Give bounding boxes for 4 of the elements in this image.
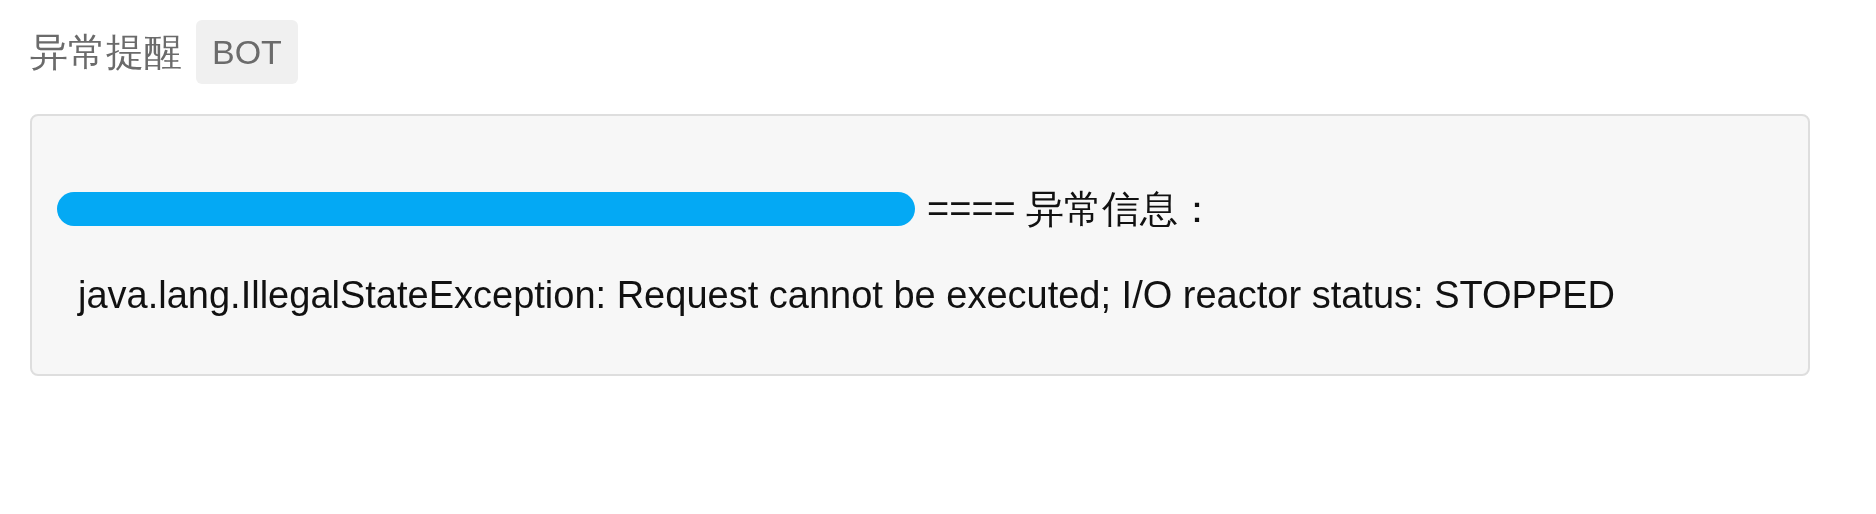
message-heading: ==== 异常信息：	[927, 187, 1217, 232]
bot-tag: BOT	[196, 20, 298, 84]
exception-message: java.lang.IllegalStateException: Request cannot be executed; I/O reactor status: STOPPED	[78, 273, 1617, 318]
section-title: 异常提醒	[30, 30, 182, 75]
